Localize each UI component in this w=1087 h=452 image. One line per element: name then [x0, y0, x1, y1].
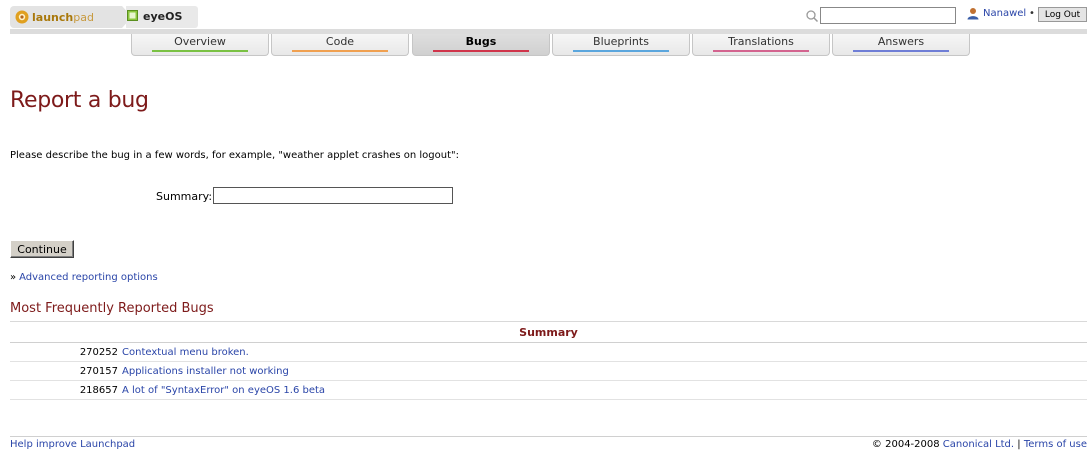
footer-divider-bar: | [1017, 439, 1021, 450]
tab-color-bar [853, 50, 949, 52]
bug-id: 270252 [10, 342, 122, 362]
user-icon [967, 8, 979, 20]
tab-color-bar [713, 50, 809, 52]
describe-instructions: Please describe the bug in a few words, … [10, 150, 459, 161]
bug-summary-link[interactable]: Applications installer not working [122, 366, 289, 377]
launchpad-logo-icon[interactable] [15, 10, 29, 24]
tab-code[interactable]: Code [271, 34, 409, 56]
canonical-link[interactable]: Canonical Ltd. [943, 439, 1014, 450]
table-row: 218657 A lot of "SyntaxError" on eyeOS 1… [10, 380, 1087, 400]
tab-label: Translations [728, 35, 794, 48]
tab-label: Bugs [465, 35, 497, 48]
bug-summary-link[interactable]: A lot of "SyntaxError" on eyeOS 1.6 beta [122, 385, 325, 396]
summary-label: Summary: [156, 190, 213, 203]
column-header-summary: Summary [10, 321, 1087, 343]
tab-label: Overview [174, 35, 226, 48]
advanced-options-row: » Advanced reporting options [10, 272, 158, 283]
terms-of-use-link[interactable]: Terms of use [1024, 439, 1087, 450]
bug-table: Summary 270252 Contextual menu broken. 2… [10, 321, 1087, 400]
continue-button[interactable]: Continue [10, 240, 74, 258]
tab-answers[interactable]: Answers [832, 34, 970, 56]
tab-label: Code [325, 35, 355, 48]
separator-bullet: • [1029, 8, 1035, 19]
tab-color-bar [573, 50, 669, 52]
advanced-reporting-link[interactable]: Advanced reporting options [19, 272, 158, 283]
search-input[interactable] [820, 7, 956, 24]
search-icon[interactable] [805, 9, 819, 23]
project-name[interactable]: eyeOS [143, 10, 182, 23]
section-title: Most Frequently Reported Bugs [10, 301, 214, 316]
tab-bugs[interactable]: Bugs [412, 34, 550, 56]
copyright-text: © 2004-2008 [871, 439, 940, 450]
table-row: 270157 Applications installer not workin… [10, 361, 1087, 381]
tab-blueprints[interactable]: Blueprints [552, 34, 690, 56]
eyeos-project-icon [127, 10, 138, 21]
tab-label: Blueprints [593, 35, 649, 48]
tab-color-bar [152, 50, 248, 52]
bug-id: 218657 [10, 380, 122, 400]
help-improve-link[interactable]: Help improve Launchpad [10, 439, 135, 450]
footer-divider [10, 436, 1087, 437]
summary-input[interactable] [213, 187, 453, 204]
table-header-row: Summary [10, 321, 1087, 343]
advanced-marker: » [10, 272, 17, 283]
page-title: Report a bug [10, 88, 149, 113]
tab-color-bar [292, 50, 388, 52]
bug-id: 270157 [10, 361, 122, 381]
user-name-link[interactable]: Nanawel [983, 8, 1026, 19]
logout-button[interactable]: Log Out [1038, 7, 1087, 22]
bug-summary-link[interactable]: Contextual menu broken. [122, 347, 249, 358]
launchpad-logo-text[interactable]: launchpad [32, 11, 94, 24]
tab-overview[interactable]: Overview [131, 34, 269, 56]
footer-copyright: © 2004-2008 Canonical Ltd. | Terms of us… [872, 439, 1087, 450]
tab-translations[interactable]: Translations [692, 34, 830, 56]
table-row: 270252 Contextual menu broken. [10, 342, 1087, 362]
tab-color-bar [433, 50, 529, 52]
tab-label: Answers [877, 35, 925, 48]
